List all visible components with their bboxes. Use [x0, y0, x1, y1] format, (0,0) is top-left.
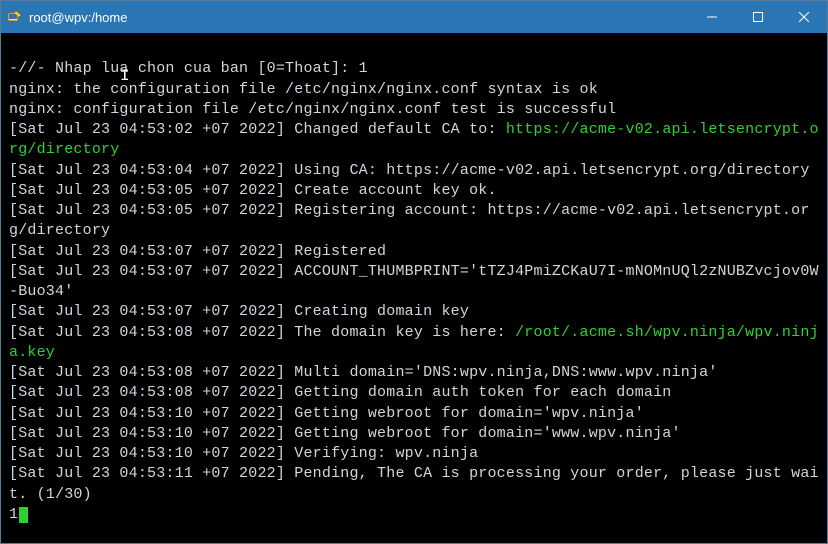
putty-icon [7, 9, 23, 25]
log-msg: Multi domain='DNS:wpv.ninja,DNS:www.wpv.… [285, 364, 717, 381]
log-timestamp: [Sat Jul 23 04:53:10 +07 2022] [9, 425, 285, 442]
window-controls [689, 1, 827, 33]
input-char: 1 [9, 506, 18, 523]
log-timestamp: [Sat Jul 23 04:53:04 +07 2022] [9, 162, 285, 179]
log-msg: Getting webroot for domain='www.wpv.ninj… [285, 425, 681, 442]
log-msg: Changed default CA to: [285, 121, 506, 138]
log-msg: The domain key is here: [285, 324, 515, 341]
close-button[interactable] [781, 1, 827, 33]
log-timestamp: [Sat Jul 23 04:53:07 +07 2022] [9, 263, 285, 280]
terminal-output[interactable]: I -//- Nhap lua chon cua ban [0=Thoat]: … [1, 33, 827, 543]
log-msg: Using CA: https://acme-v02.api.letsencry… [285, 162, 809, 179]
log-timestamp: [Sat Jul 23 04:53:11 +07 2022] [9, 465, 285, 482]
log-timestamp: [Sat Jul 23 04:53:10 +07 2022] [9, 445, 285, 462]
log-msg: Create account key ok. [285, 182, 497, 199]
log-msg: Verifying: wpv.ninja [285, 445, 478, 462]
log-msg: Getting webroot for domain='wpv.ninja' [285, 405, 644, 422]
log-timestamp: [Sat Jul 23 04:53:08 +07 2022] [9, 324, 285, 341]
log-timestamp: [Sat Jul 23 04:53:05 +07 2022] [9, 202, 285, 219]
log-timestamp: [Sat Jul 23 04:53:02 +07 2022] [9, 121, 285, 138]
maximize-button[interactable] [735, 1, 781, 33]
window-title: root@wpv:/home [29, 10, 689, 25]
minimize-button[interactable] [689, 1, 735, 33]
log-timestamp: [Sat Jul 23 04:53:08 +07 2022] [9, 364, 285, 381]
log-msg: Registered [285, 243, 386, 260]
log-timestamp: [Sat Jul 23 04:53:05 +07 2022] [9, 182, 285, 199]
nginx-syntax-ok: nginx: the configuration file /etc/nginx… [9, 81, 598, 98]
log-msg: Getting domain auth token for each domai… [285, 384, 671, 401]
log-timestamp: [Sat Jul 23 04:53:10 +07 2022] [9, 405, 285, 422]
window-titlebar: root@wpv:/home [1, 1, 827, 33]
prompt-line: -//- Nhap lua chon cua ban [0=Thoat]: 1 [9, 60, 368, 77]
nginx-test-ok: nginx: configuration file /etc/nginx/ngi… [9, 101, 616, 118]
log-timestamp: [Sat Jul 23 04:53:07 +07 2022] [9, 243, 285, 260]
log-timestamp: [Sat Jul 23 04:53:08 +07 2022] [9, 384, 285, 401]
terminal-cursor [19, 507, 28, 523]
log-timestamp: [Sat Jul 23 04:53:07 +07 2022] [9, 303, 285, 320]
log-msg: Creating domain key [285, 303, 469, 320]
